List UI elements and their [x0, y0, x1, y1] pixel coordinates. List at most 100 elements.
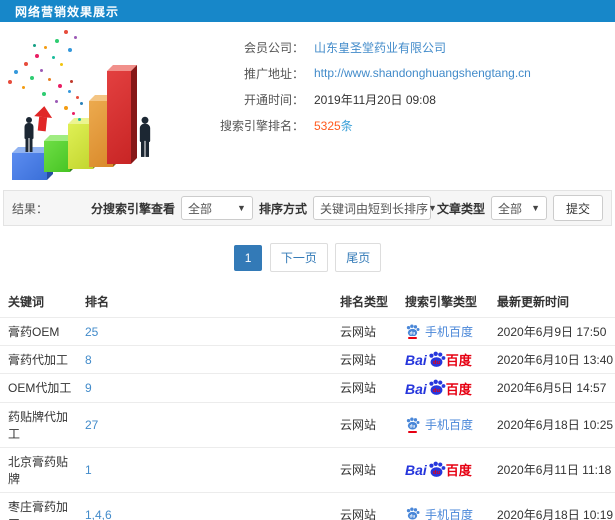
keyword-cell: 药贴牌代加工: [0, 401, 77, 448]
illustration-bar-red: [107, 65, 137, 164]
mobile-baidu-label: 手机百度: [425, 508, 474, 520]
header-rank-type: 排名类型: [340, 295, 389, 309]
businessman-figure-right: [137, 116, 153, 168]
confetti-dot: [30, 76, 34, 80]
table-row: 药贴牌代加工 27 云网站 du 手机百度 2020年6月18日 10:25: [0, 401, 615, 448]
field-engine-rank-label: 搜索引擎排名：: [219, 118, 304, 133]
illustration-bar-blue: [12, 147, 53, 180]
rank-link[interactable]: 1: [85, 463, 92, 477]
keyword-cell: 膏药OEM: [0, 317, 77, 346]
confetti-dot: [33, 44, 36, 47]
keyword-cell: 枣庄膏药加工: [0, 491, 77, 520]
rank-link[interactable]: 8: [85, 353, 92, 367]
paw-underline: [408, 430, 417, 433]
baidu-paw-icon: du: [429, 351, 446, 367]
table-row: OEM代加工 9 云网站 Bai du 百度 2020年6月5日 14:57: [0, 373, 615, 403]
submit-button[interactable]: 提交: [552, 195, 603, 221]
confetti-dot: [68, 90, 71, 93]
chevron-down-icon: ▼: [531, 203, 540, 213]
article-type-label: 文章类型: [436, 201, 485, 216]
mobile-baidu-badge: du 手机百度: [405, 506, 473, 520]
engine-filter-select[interactable]: 全部 ▼: [180, 196, 253, 220]
engine-filter-label: 分搜索引擎查看: [90, 201, 175, 216]
confetti-dot: [68, 48, 72, 52]
svg-text:du: du: [410, 330, 416, 335]
pagination: 1 下一页 尾页: [0, 243, 615, 272]
rank-cell: 8: [77, 344, 332, 374]
page-number-current[interactable]: 1: [233, 245, 263, 271]
next-page-button[interactable]: 下一页: [269, 243, 328, 272]
page-title: 网络营销效果展示: [15, 4, 120, 19]
baidu-logo-bai: Bai: [405, 462, 427, 479]
filter-bar: 结果： 分搜索引擎查看 全部 ▼ 排序方式 关键词由短到长排序 ▼ 文章类型 全…: [3, 190, 612, 226]
confetti-dot: [78, 118, 81, 121]
rank-type-cell: 云网站: [332, 317, 397, 346]
rank-count-unit: 条: [340, 118, 353, 133]
table-header-row: 关键词 排名 排名类型 搜索引擎类型 最新更新时间: [0, 286, 615, 318]
rank-link[interactable]: 27: [85, 418, 98, 432]
header-updated: 最新更新时间: [497, 295, 570, 309]
open-time-value: 2019年11月20日 09:08: [314, 92, 436, 107]
rank-type-cell: 云网站: [332, 491, 397, 520]
rank-cell: 27: [77, 401, 332, 448]
updated-cell: 2020年6月18日 10:25: [489, 401, 615, 448]
svg-text:du: du: [433, 389, 441, 395]
keyword-cell: OEM代加工: [0, 373, 77, 403]
svg-text:du: du: [433, 470, 441, 476]
mobile-baidu-badge: du 手机百度: [405, 323, 473, 340]
marketing-report-page: 网络营销效果展示 会员公司： 山东皇圣堂药业有限公司 推广地址： http://…: [0, 0, 615, 520]
table-row: 膏药代加工 8 云网站 Bai du 百度 2020年6月10日 13:40: [0, 344, 615, 374]
baidu-logo-cn: 百度: [445, 381, 472, 397]
header-engine-type: 搜索引擎类型: [405, 295, 478, 309]
confetti-dot: [72, 112, 75, 115]
field-open-time: 开通时间： 2019年11月20日 09:08: [192, 86, 615, 112]
table-row: 膏药OEM 25 云网站 du 手机百度 2020年6月9日 17:50: [0, 317, 615, 346]
illustration-bar-green: [44, 135, 76, 172]
mobile-baidu-label: 手机百度: [425, 418, 474, 433]
engine-type-cell: Bai du 百度: [397, 344, 489, 374]
article-type-select[interactable]: 全部 ▼: [490, 196, 547, 220]
mobile-baidu-label: 手机百度: [425, 325, 474, 339]
engine-filter-value: 全部: [187, 201, 212, 216]
rank-type-cell: 云网站: [332, 401, 397, 448]
field-promo-url: 推广地址： http://www.shandonghuangshengtang.…: [192, 60, 615, 86]
promo-url-link[interactable]: http://www.shandonghuangshengtang.cn: [314, 66, 531, 80]
sort-filter-label: 排序方式: [258, 201, 307, 216]
header-rank: 排名: [85, 295, 110, 309]
rank-cell: 25: [77, 317, 332, 346]
chevron-down-icon: ▼: [427, 203, 437, 213]
baidu-logo-cn: 百度: [445, 463, 472, 479]
company-name-link[interactable]: 山东皇圣堂药业有限公司: [314, 39, 446, 56]
last-page-button[interactable]: 尾页: [335, 243, 382, 272]
rank-type-cell: 云网站: [332, 344, 397, 374]
confetti-dot: [52, 56, 55, 59]
sort-filter-select[interactable]: 关键词由短到长排序 ▼: [312, 196, 437, 220]
field-engine-rank-count: 搜索引擎排名： 5325条: [192, 112, 615, 138]
updated-cell: 2020年6月10日 13:40: [489, 344, 615, 374]
rank-cell: 1,4,6: [77, 491, 332, 520]
updated-cell: 2020年6月9日 17:50: [489, 317, 615, 346]
info-section: 会员公司： 山东皇圣堂药业有限公司 推广地址： http://www.shand…: [0, 22, 615, 190]
confetti-dot: [74, 36, 77, 39]
confetti-dot: [80, 102, 83, 105]
rank-link[interactable]: 1,4,6: [85, 508, 112, 520]
sort-filter-value: 关键词由短到长排序: [319, 201, 428, 216]
confetti-dot: [42, 92, 46, 96]
baidu-logo-bai: Bai: [405, 380, 427, 397]
baidu-logo-cn: 百度: [445, 353, 472, 369]
svg-text:du: du: [433, 360, 441, 366]
confetti-dot: [64, 30, 68, 34]
baidu-paw-icon: du: [406, 507, 420, 520]
confetti-dot: [48, 78, 51, 81]
baidu-logo: Bai du 百度: [405, 461, 472, 477]
confetti-dot: [58, 84, 62, 88]
baidu-paw-icon: du: [429, 379, 446, 396]
confetti-dot: [44, 46, 47, 49]
confetti-dot: [24, 62, 28, 66]
article-type-value: 全部: [497, 201, 522, 216]
engine-type-cell: du 手机百度: [397, 401, 489, 448]
rank-link[interactable]: 9: [85, 381, 92, 395]
rank-link[interactable]: 25: [85, 325, 98, 339]
engine-type-cell: Bai du 百度: [397, 373, 489, 403]
rank-type-cell: 云网站: [332, 373, 397, 403]
